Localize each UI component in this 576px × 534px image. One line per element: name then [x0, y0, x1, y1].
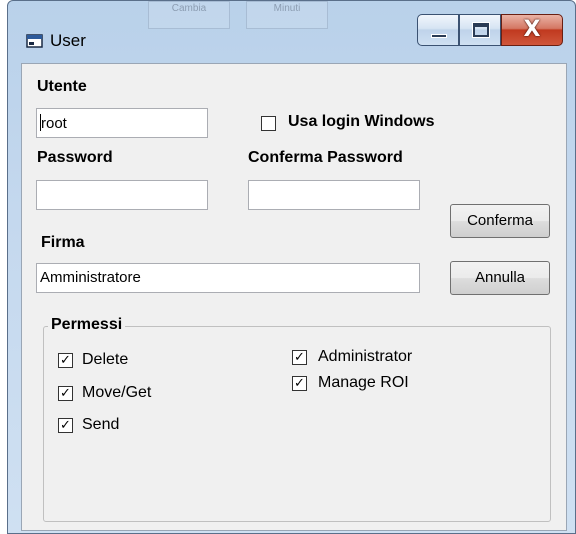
minimize-icon: [431, 34, 447, 38]
window-app-icon: [26, 34, 43, 48]
signature-label: Firma: [41, 234, 85, 251]
password-input[interactable]: [36, 180, 208, 210]
administrator-label: Administrator: [318, 348, 413, 365]
user-input-value: root: [41, 115, 67, 132]
permissions-group: Permessi ✓ Delete ✓ Move/Get ✓ Send ✓ Ad…: [43, 316, 551, 522]
windows-login-checkbox[interactable]: [261, 116, 276, 131]
move-get-label: Move/Get: [82, 384, 152, 401]
confirm-password-input[interactable]: [248, 180, 420, 210]
manage-roi-label: Manage ROI: [318, 374, 409, 391]
user-label: Utente: [37, 78, 87, 95]
cancel-button[interactable]: Annulla: [450, 261, 550, 295]
confirm-password-label: Conferma Password: [248, 149, 403, 166]
administrator-checkbox[interactable]: ✓: [292, 350, 307, 365]
move-get-checkbox[interactable]: ✓: [58, 386, 73, 401]
user-input[interactable]: root: [36, 108, 208, 138]
maximize-icon: [473, 23, 489, 37]
dialog-client-area: Utente root Usa login Windows Password C…: [21, 63, 567, 531]
delete-label: Delete: [82, 351, 129, 368]
close-button[interactable]: X: [501, 14, 563, 46]
confirm-button[interactable]: Conferma: [450, 204, 550, 238]
password-label: Password: [37, 149, 113, 166]
delete-checkbox[interactable]: ✓: [58, 353, 73, 368]
maximize-button[interactable]: [459, 14, 501, 46]
signature-input[interactable]: Amministratore: [36, 263, 420, 293]
windows-login-label: Usa login Windows: [288, 113, 435, 130]
background-window-ghost-1: Cambia: [148, 1, 230, 29]
send-checkbox[interactable]: ✓: [58, 418, 73, 433]
title-bar[interactable]: Cambia Minuti User X: [8, 1, 575, 63]
user-dialog-window: Cambia Minuti User X Utente root Usa log…: [7, 0, 576, 534]
caption-buttons: X: [417, 14, 563, 48]
background-window-ghost-2: Minuti: [246, 1, 328, 29]
window-title: User: [50, 31, 86, 50]
minimize-button[interactable]: [417, 14, 459, 46]
close-icon: X: [523, 17, 541, 42]
send-label: Send: [82, 416, 120, 433]
permissions-legend: Permessi: [48, 316, 126, 334]
manage-roi-checkbox[interactable]: ✓: [292, 376, 307, 391]
